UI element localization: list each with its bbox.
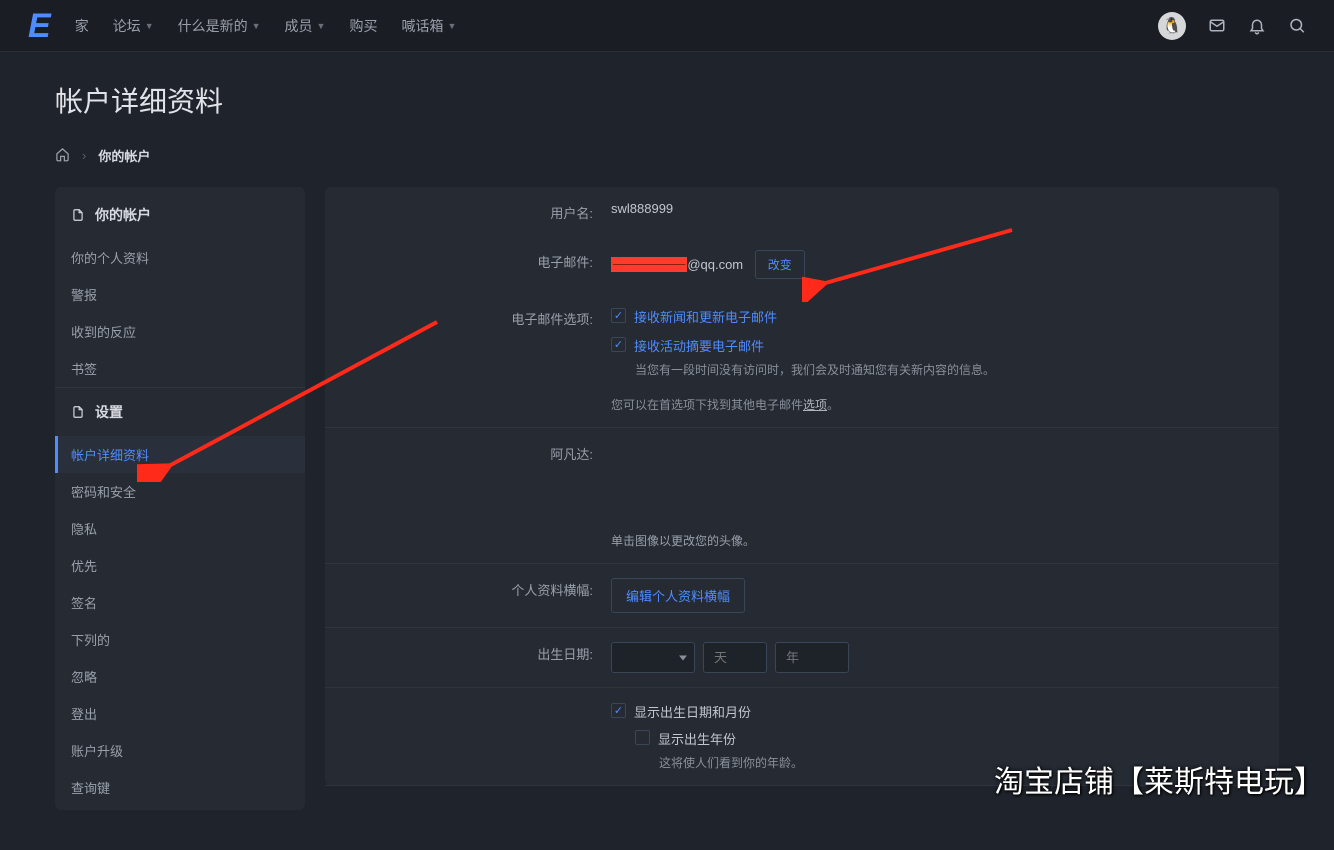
sidebar-item-alerts[interactable]: 警报 [55, 276, 305, 313]
email-domain: @qq.com [687, 257, 743, 272]
site-logo[interactable]: E [28, 9, 49, 43]
dob-label: 出生日期: [325, 642, 611, 673]
sidebar-section-account: 你的帐户 [55, 191, 305, 239]
sidebar-item-logout[interactable]: 登出 [55, 695, 305, 732]
divider [325, 785, 1279, 786]
account-form: 用户名: swl888999 电子邮件: 5198975058@qq.com 改… [325, 187, 1279, 786]
preferences-link[interactable]: 选项 [803, 398, 827, 412]
change-email-button[interactable]: 改变 [755, 250, 805, 279]
row-email: 电子邮件: 5198975058@qq.com 改变 [325, 236, 1279, 293]
sidebar-item-following[interactable]: 下列的 [55, 621, 305, 658]
chevron-down-icon: ▼ [252, 21, 261, 31]
dob-year-input[interactable] [775, 642, 849, 673]
edit-banner-button[interactable]: 编辑个人资料横幅 [611, 578, 745, 613]
email-options-note: 您可以在首选项下找到其他电子邮件选项。 [611, 396, 1261, 413]
document-icon [71, 208, 85, 222]
document-icon [71, 405, 85, 419]
checkbox-show-year-sub: 这将使人们看到你的年龄。 [659, 754, 1261, 771]
username-value: swl888999 [611, 201, 1261, 222]
sidebar-item-signature[interactable]: 签名 [55, 584, 305, 621]
sidebar-item-privacy[interactable]: 隐私 [55, 510, 305, 547]
sidebar-item-account-details[interactable]: 帐户详细资料 [55, 436, 305, 473]
checkbox-news[interactable] [611, 308, 626, 323]
email-options-label: 电子邮件选项: [325, 307, 611, 413]
chevron-down-icon: ▼ [447, 21, 456, 31]
sidebar-section-label: 你的帐户 [95, 205, 151, 225]
search-icon[interactable] [1288, 17, 1306, 35]
sidebar-section-settings: 设置 [55, 387, 305, 436]
nav-home[interactable]: 家 [75, 16, 89, 36]
chevron-down-icon: ▼ [317, 21, 326, 31]
nav-whatsnew[interactable]: 什么是新的▼ [178, 16, 261, 36]
chevron-down-icon: ▼ [145, 21, 154, 31]
email-label: 电子邮件: [325, 250, 611, 279]
sidebar-item-preferences[interactable]: 优先 [55, 547, 305, 584]
row-dob-visibility: 显示出生日期和月份 显示出生年份 这将使人们看到你的年龄。 [325, 688, 1279, 785]
nav-forum[interactable]: 论坛▼ [113, 16, 154, 36]
nav-buy[interactable]: 购买 [349, 16, 377, 36]
user-avatar[interactable]: 🐧 [1158, 12, 1186, 40]
email-redacted: 5198975058 [611, 257, 687, 272]
avatar-help-text: 单击图像以更改您的头像。 [611, 532, 1261, 549]
mail-icon[interactable] [1208, 17, 1226, 35]
checkbox-show-dob[interactable] [611, 703, 626, 718]
checkbox-show-dob-label[interactable]: 显示出生日期和月份 [634, 702, 751, 721]
dob-month-select[interactable] [611, 642, 695, 673]
avatar-label: 阿凡达: [325, 442, 611, 549]
checkbox-show-year-label[interactable]: 显示出生年份 [658, 729, 736, 748]
account-sidebar: 你的帐户 你的个人资料 警报 收到的反应 书签 设置 帐户详细资料 密码和安全 … [55, 187, 305, 810]
row-dob: 出生日期: [325, 628, 1279, 687]
checkbox-news-label[interactable]: 接收新闻和更新电子邮件 [634, 307, 777, 326]
sidebar-item-querykey[interactable]: 查询键 [55, 769, 305, 806]
breadcrumb-separator: › [82, 148, 86, 163]
username-label: 用户名: [325, 201, 611, 222]
sidebar-section-label: 设置 [95, 402, 123, 422]
top-nav: E 家 论坛▼ 什么是新的▼ 成员▼ 购买 喊话箱▼ 🐧 [0, 0, 1334, 52]
checkbox-activity[interactable] [611, 337, 626, 352]
checkbox-show-year[interactable] [635, 730, 650, 745]
row-banner: 个人资料横幅: 编辑个人资料横幅 [325, 564, 1279, 627]
row-avatar: 阿凡达: 单击图像以更改您的头像。 [325, 428, 1279, 563]
breadcrumb-current[interactable]: 你的帐户 [98, 146, 150, 165]
sidebar-item-password[interactable]: 密码和安全 [55, 473, 305, 510]
page-title: 帐户详细资料 [55, 80, 1279, 120]
nav-members[interactable]: 成员▼ [285, 16, 326, 36]
banner-label: 个人资料横幅: [325, 578, 611, 613]
dob-day-input[interactable] [703, 642, 767, 673]
checkbox-activity-label[interactable]: 接收活动摘要电子邮件 [634, 336, 764, 355]
sidebar-item-profile[interactable]: 你的个人资料 [55, 239, 305, 276]
breadcrumb: › 你的帐户 [55, 146, 1279, 165]
home-icon[interactable] [55, 147, 70, 165]
nav-shoutbox[interactable]: 喊话箱▼ [401, 16, 456, 36]
sidebar-item-upgrade[interactable]: 账户升级 [55, 732, 305, 769]
bell-icon[interactable] [1248, 17, 1266, 35]
sidebar-item-ignoring[interactable]: 忽略 [55, 658, 305, 695]
row-email-options: 电子邮件选项: 接收新闻和更新电子邮件 接收活动摘要电子邮件 当您有一段时间没有… [325, 293, 1279, 427]
sidebar-item-reactions[interactable]: 收到的反应 [55, 313, 305, 350]
checkbox-activity-sub: 当您有一段时间没有访问时，我们会及时通知您有关新内容的信息。 [635, 361, 1261, 378]
row-username: 用户名: swl888999 [325, 187, 1279, 236]
sidebar-item-bookmarks[interactable]: 书签 [55, 350, 305, 387]
